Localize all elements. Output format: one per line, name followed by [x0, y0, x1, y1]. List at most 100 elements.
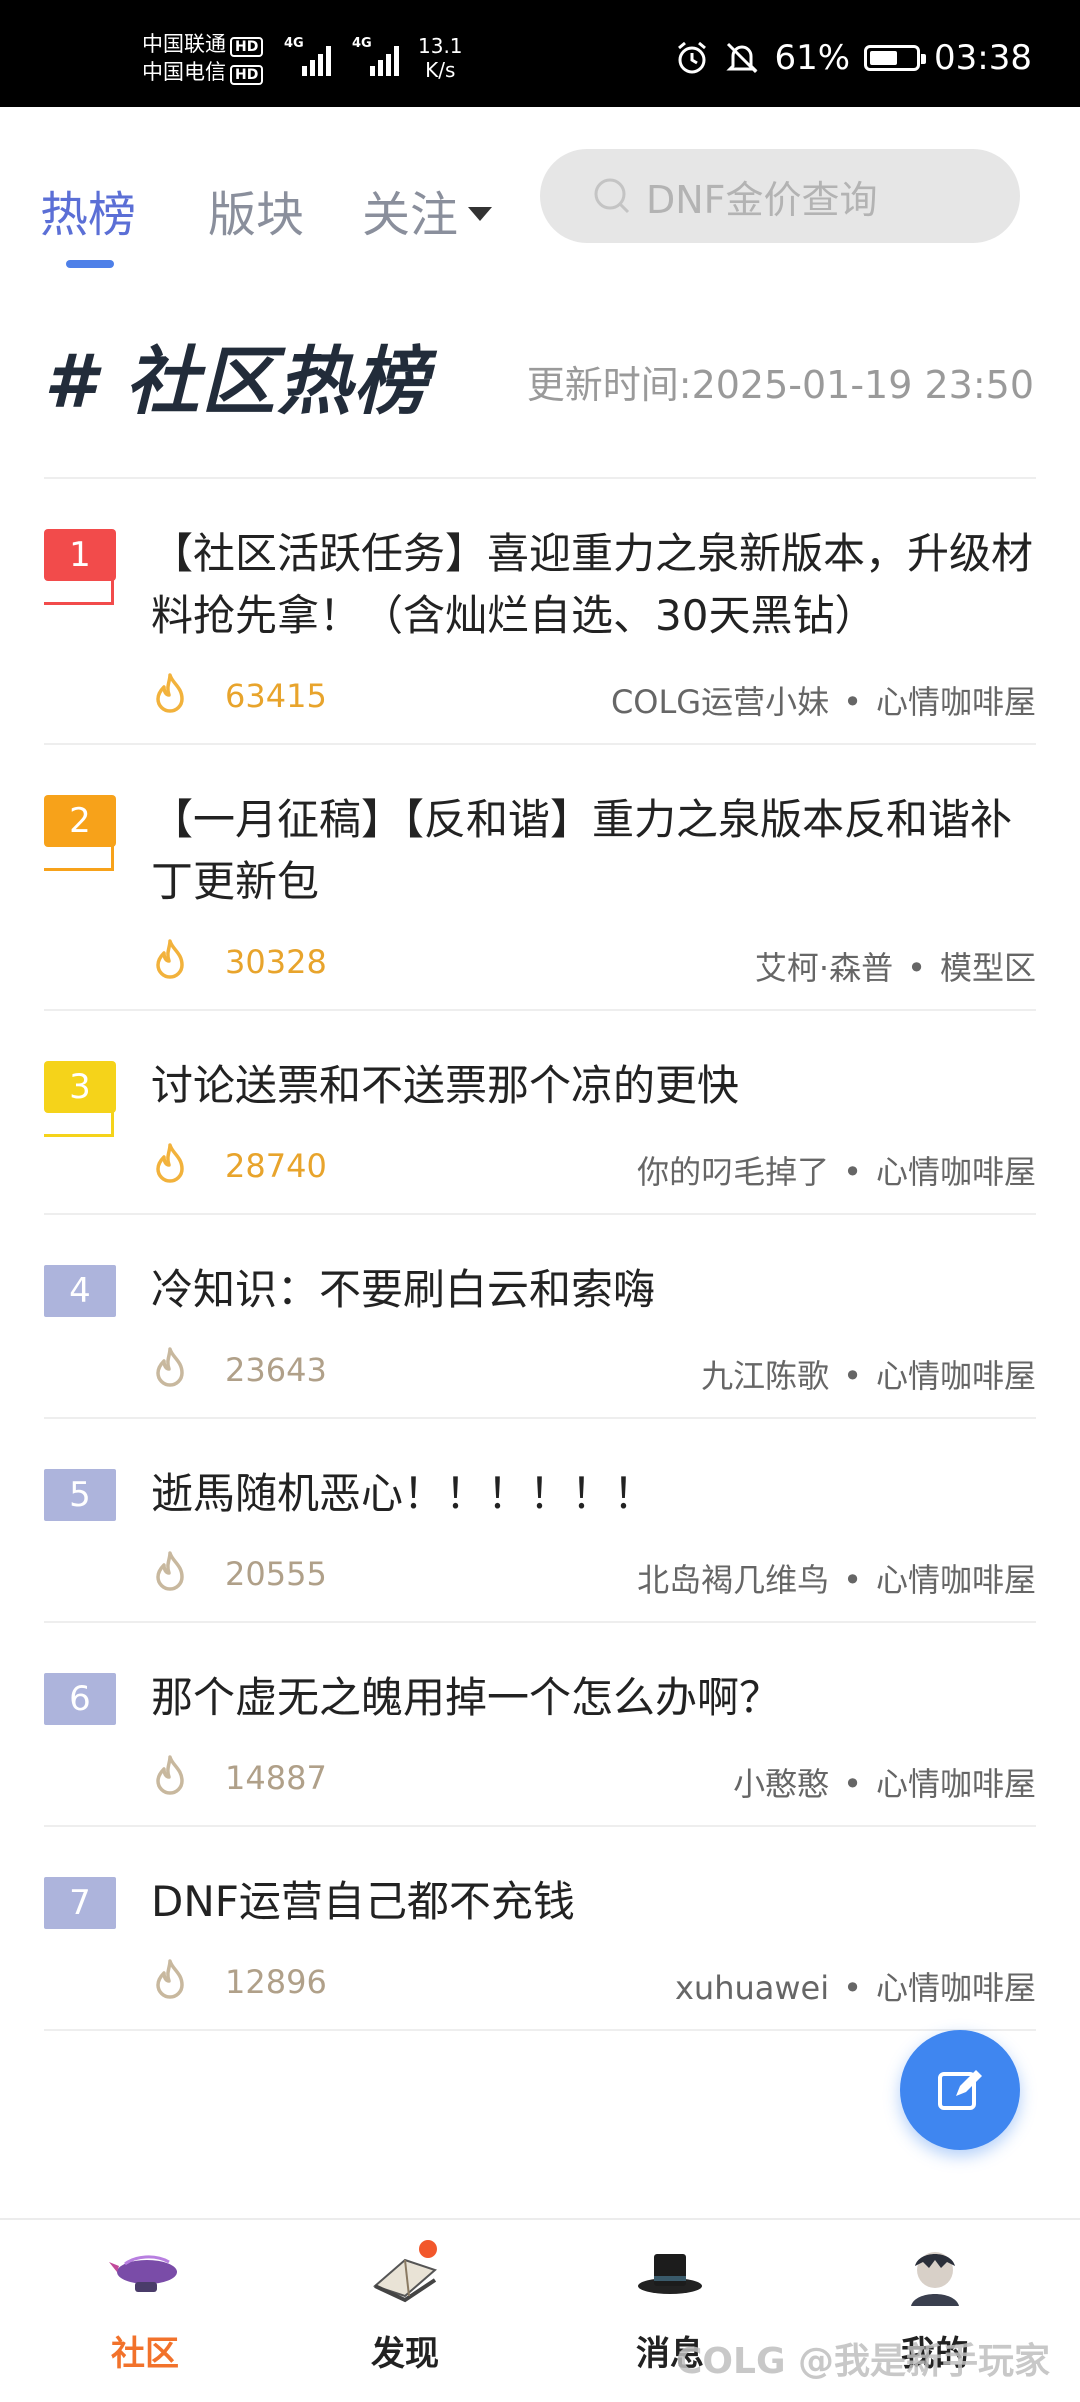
flame-icon	[156, 1143, 184, 1183]
rank-badge: 6	[44, 1673, 116, 1725]
caret-down-icon	[468, 207, 493, 221]
signal-icon: 4G	[352, 36, 406, 76]
separator-dot: •	[843, 1561, 862, 1599]
heat-count: 12896	[225, 1963, 327, 2001]
board-name[interactable]: 心情咖啡屋	[876, 1153, 1036, 1191]
search-placeholder: DNF金价查询	[646, 177, 878, 222]
post-title: 【社区活跃任务】喜迎重力之泉新版本，升级材料抢先拿！（含灿烂自选、30天黑钻）	[151, 529, 1034, 640]
notification-dot	[419, 2240, 437, 2258]
edit-icon	[938, 2070, 982, 2110]
status-right: 61% 03:38	[674, 38, 1032, 78]
list-item[interactable]: 1 【社区活跃任务】喜迎重力之泉新版本，升级材料抢先拿！（含灿烂自选、30天黑钻）…	[44, 479, 1036, 745]
board-name[interactable]: 心情咖啡屋	[876, 1561, 1036, 1599]
post-meta: 12896 xuhuawei • 心情咖啡屋	[151, 1933, 1036, 2029]
author-name[interactable]: 你的叼毛掉了	[637, 1153, 829, 1191]
post-meta: 28740 你的叼毛掉了 • 心情咖啡屋	[151, 1117, 1036, 1213]
heat-count: 23643	[225, 1351, 327, 1389]
flame-icon	[156, 939, 184, 979]
post-source: xuhuawei • 心情咖啡屋	[675, 1963, 1036, 2009]
post-source: COLG运营小妹 • 心情咖啡屋	[611, 677, 1036, 723]
author-name[interactable]: 艾柯·森普	[755, 949, 893, 987]
network-type: 4G	[284, 36, 304, 51]
battery-percent: 61%	[774, 38, 851, 78]
heat-count: 30328	[225, 943, 327, 981]
signal-icons: 4G 4G	[284, 36, 406, 76]
post-meta: 30328 艾柯·森普 • 模型区	[151, 913, 1036, 1009]
flame-icon	[156, 1755, 184, 1795]
heat-count: 14887	[225, 1759, 327, 1797]
tab-follow[interactable]: 关注	[362, 175, 493, 245]
nav-discover-label: 发现	[371, 2334, 439, 2374]
flame-icon	[156, 1347, 184, 1387]
post-title: 【一月征稿】【反和谐】重力之泉版本反和谐补丁更新包	[151, 795, 1013, 906]
tab-hot[interactable]: 热榜	[40, 175, 136, 245]
rank-badge: 5	[44, 1469, 116, 1521]
separator-dot: •	[843, 1153, 862, 1191]
separator-dot: •	[843, 1357, 862, 1395]
board-name[interactable]: 心情咖啡屋	[876, 683, 1036, 721]
post-source: 艾柯·森普 • 模型区	[755, 943, 1036, 989]
list-item[interactable]: 6 那个虚无之魄用掉一个怎么办啊？ 14887 小憨憨 • 心情咖啡屋	[44, 1623, 1036, 1827]
mute-bell-icon	[726, 42, 759, 74]
compose-button[interactable]	[900, 2030, 1020, 2150]
list-item[interactable]: 5 逝馬随机恶心！！！！！！ 20555 北岛褐几维鸟 • 心情咖啡屋	[44, 1419, 1036, 1623]
nav-discover[interactable]: 发现	[330, 2240, 480, 2375]
separator-dot: •	[843, 683, 862, 721]
post-title: 那个虚无之魄用掉一个怎么办啊？	[151, 1673, 782, 1722]
list-item[interactable]: 3 讨论送票和不送票那个凉的更快 28740 你的叼毛掉了 • 心情咖啡屋	[44, 1011, 1036, 1215]
rank-badge: 7	[44, 1877, 116, 1929]
page-title: # 社区热榜	[44, 339, 430, 425]
post-title: 逝馬随机恶心！！！！！！	[151, 1469, 656, 1518]
post-source: 北岛褐几维鸟 • 心情咖啡屋	[637, 1555, 1036, 1601]
battery-icon	[864, 45, 927, 71]
heat-count: 28740	[225, 1147, 327, 1185]
update-time: 更新时间:2025-01-19 23:50	[526, 363, 1034, 407]
tab-boards[interactable]: 版块	[208, 175, 304, 245]
carrier-1: 中国联通	[142, 32, 226, 56]
top-nav: 热榜 版块 关注 DNF金价查询	[0, 107, 1080, 277]
post-source: 你的叼毛掉了 • 心情咖啡屋	[637, 1147, 1036, 1193]
flame-icon	[156, 1551, 184, 1591]
post-title: 冷知识：不要刷白云和索嗨	[151, 1265, 656, 1314]
nav-community[interactable]: 社区	[70, 2240, 220, 2375]
tab-follow-label: 关注	[362, 187, 459, 243]
author-name[interactable]: 九江陈歌	[701, 1357, 829, 1395]
avatar-icon	[895, 2240, 975, 2312]
post-meta: 23643 九江陈歌 • 心情咖啡屋	[151, 1321, 1036, 1417]
search-bar[interactable]: DNF金价查询	[540, 149, 1020, 243]
list-item[interactable]: 2 【一月征稿】【反和谐】重力之泉版本反和谐补丁更新包 30328 艾柯·森普 • 模型区	[44, 745, 1036, 1011]
watermark: COLG @我是新手玩家	[676, 2341, 1051, 2382]
search-icon	[594, 178, 630, 214]
hd-badge: HD	[230, 65, 264, 85]
rank-badge: 4	[44, 1265, 116, 1317]
list-item[interactable]: 7 DNF运营自己都不充钱 12896 xuhuawei • 心情咖啡屋	[44, 1827, 1036, 2031]
hd-badge: HD	[230, 37, 264, 57]
top-hat-icon	[630, 2240, 710, 2312]
alarm-icon	[678, 41, 707, 74]
board-name[interactable]: 模型区	[940, 949, 1036, 987]
post-source: 九江陈歌 • 心情咖啡屋	[701, 1351, 1036, 1397]
bottom-nav: 社区 发现 消息 我的 COLG @我是新手玩家	[0, 2218, 1080, 2402]
author-name[interactable]: 小憨憨	[733, 1765, 829, 1803]
author-name[interactable]: 北岛褐几维鸟	[637, 1561, 829, 1599]
post-source: 小憨憨 • 心情咖啡屋	[733, 1759, 1036, 1805]
author-name[interactable]: xuhuawei	[675, 1969, 829, 2007]
board-name[interactable]: 心情咖啡屋	[876, 1357, 1036, 1395]
net-speed-value: 13.1	[418, 34, 463, 58]
hot-list: 1 【社区活跃任务】喜迎重力之泉新版本，升级材料抢先拿！（含灿烂自选、30天黑钻）…	[0, 479, 1080, 2031]
tab-indicator	[66, 260, 114, 268]
board-name[interactable]: 心情咖啡屋	[876, 1765, 1036, 1803]
flame-icon	[156, 673, 184, 713]
post-meta: 14887 小憨憨 • 心情咖啡屋	[151, 1729, 1036, 1825]
rank-badge: 1	[44, 529, 116, 605]
author-name[interactable]: COLG运营小妹	[611, 683, 829, 721]
status-bar: 中国联通 HD 中国电信 HD 4G 4G 13.1 K/s 61% 03:38	[0, 0, 1080, 107]
board-name[interactable]: 心情咖啡屋	[876, 1969, 1036, 2007]
flame-icon	[156, 1959, 184, 1999]
net-speed: 13.1 K/s	[418, 34, 463, 82]
post-meta: 20555 北岛褐几维鸟 • 心情咖啡屋	[151, 1525, 1036, 1621]
post-meta: 63415 COLG运营小妹 • 心情咖啡屋	[151, 647, 1036, 743]
airship-icon	[105, 2240, 185, 2312]
list-item[interactable]: 4 冷知识：不要刷白云和索嗨 23643 九江陈歌 • 心情咖啡屋	[44, 1215, 1036, 1419]
heat-count: 63415	[225, 677, 327, 715]
